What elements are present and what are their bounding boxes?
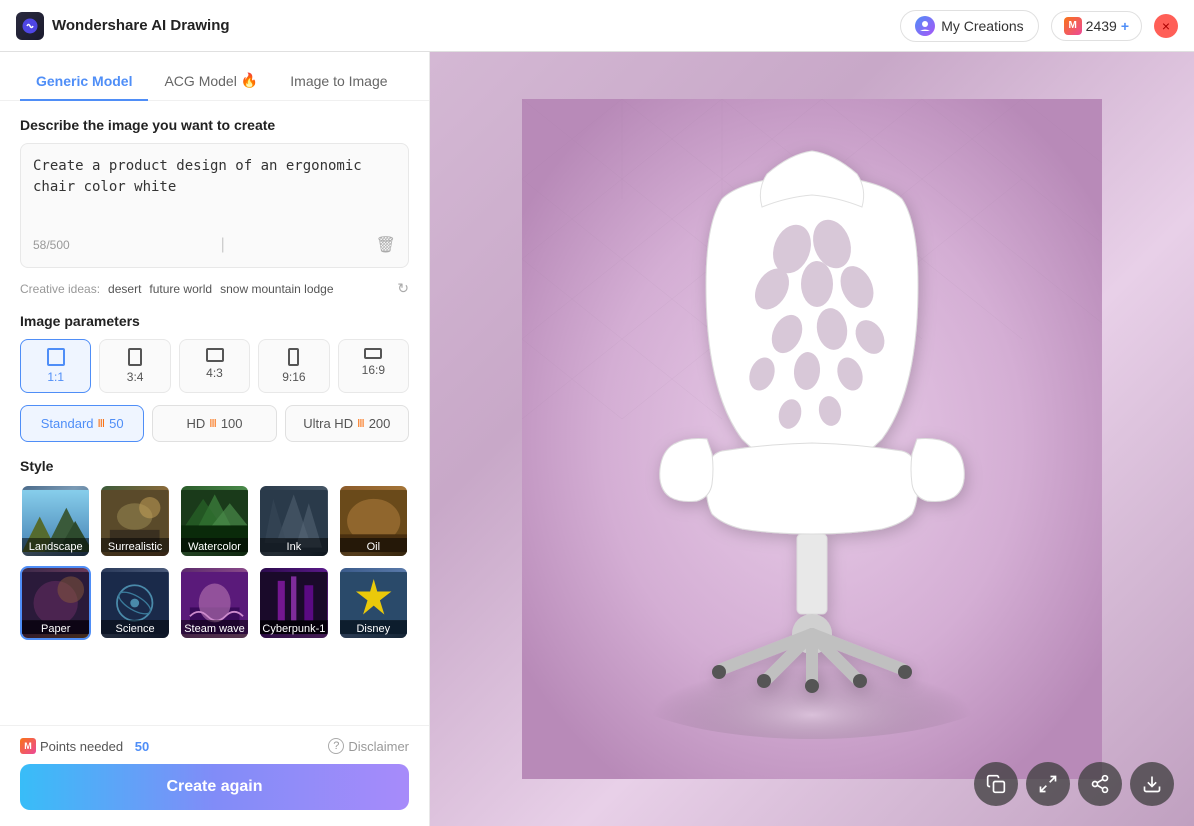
quality-standard-icon: Ⅲ: [98, 417, 106, 430]
refresh-ideas-button[interactable]: ↻: [397, 280, 409, 297]
download-tool-button[interactable]: [1130, 762, 1174, 806]
left-panel: Generic Model ACG Model 🔥 Image to Image…: [0, 52, 430, 826]
panel-content: Describe the image you want to create Cr…: [0, 101, 429, 725]
style-item-surrealistic[interactable]: Surrealistic: [99, 484, 170, 558]
quality-ultrahd-button[interactable]: Ultra HD Ⅲ 200: [285, 405, 409, 442]
style-item-steam-wave[interactable]: Steam wave: [179, 566, 250, 640]
points-display[interactable]: M 2439 +: [1051, 11, 1142, 41]
ratio-1-1-icon: [47, 348, 65, 366]
ratio-3-4-icon: [128, 348, 142, 366]
style-grid: Landscape Surrealistic: [20, 484, 409, 640]
quality-standard-button[interactable]: Standard Ⅲ 50: [20, 405, 144, 442]
ratio-9-16-icon: [288, 348, 299, 366]
prompt-footer: 58/500 | 🗑: [33, 235, 396, 255]
creative-ideas-label: Creative ideas:: [20, 282, 100, 296]
ratio-16-9-button[interactable]: 16:9: [338, 339, 409, 393]
char-count: 58/500: [33, 238, 70, 252]
style-steam-wave-label: Steam wave: [181, 620, 248, 638]
fire-icon: 🔥: [241, 72, 258, 89]
style-cyberpunk-label: Cyberpunk-1: [260, 620, 327, 638]
style-surrealistic-label: Surrealistic: [101, 538, 168, 556]
tab-acg-model[interactable]: ACG Model 🔥: [148, 64, 274, 101]
style-section-label: Style: [20, 458, 409, 474]
right-panel: [430, 52, 1194, 826]
style-item-science[interactable]: Science: [99, 566, 170, 640]
ratio-9-16-button[interactable]: 9:16: [258, 339, 329, 393]
disclaimer-question-icon: ?: [328, 738, 344, 754]
app-icon: [16, 12, 44, 40]
ratio-row: 1:1 3:4 4:3 9:16 16:9: [20, 339, 409, 393]
points-needed-value: 50: [135, 739, 149, 754]
clear-prompt-button[interactable]: 🗑: [376, 235, 396, 255]
style-item-watercolor[interactable]: Watercolor: [179, 484, 250, 558]
creative-ideas-row: Creative ideas: desert future world snow…: [20, 280, 409, 297]
style-landscape-label: Landscape: [22, 538, 89, 556]
quality-row: Standard Ⅲ 50 HD Ⅲ 100 Ultra HD Ⅲ 200: [20, 405, 409, 442]
titlebar-right: My Creations M 2439 + ×: [900, 10, 1178, 42]
disclaimer-link[interactable]: ? Disclaimer: [328, 738, 409, 754]
style-disney-label: Disney: [340, 620, 407, 638]
style-item-paper[interactable]: Paper: [20, 566, 91, 640]
style-item-landscape[interactable]: Landscape: [20, 484, 91, 558]
prompt-section-label: Describe the image you want to create: [20, 117, 409, 133]
prompt-textarea[interactable]: Create a product design of an ergonomic …: [33, 156, 396, 226]
chair-image: [522, 99, 1102, 779]
add-points-label: +: [1121, 18, 1129, 34]
tab-image-to-image[interactable]: Image to Image: [274, 64, 403, 101]
my-creations-icon: [915, 16, 935, 36]
ratio-3-4-button[interactable]: 3:4: [99, 339, 170, 393]
tab-generic-model[interactable]: Generic Model: [20, 64, 148, 101]
ratio-4-3-icon: [206, 348, 224, 362]
prompt-box: Create a product design of an ergonomic …: [20, 143, 409, 268]
create-again-button[interactable]: Create again: [20, 764, 409, 810]
chair-display: [430, 52, 1194, 826]
close-icon: ×: [1162, 18, 1170, 34]
titlebar: Wondershare AI Drawing My Creations M 24…: [0, 0, 1194, 52]
style-item-oil[interactable]: Oil: [338, 484, 409, 558]
bottom-bar: M Points needed 50 ? Disclaimer Create a…: [0, 725, 429, 826]
style-watercolor-label: Watercolor: [181, 538, 248, 556]
tabs-container: Generic Model ACG Model 🔥 Image to Image: [0, 52, 429, 101]
points-value: 2439: [1086, 18, 1117, 34]
points-icon: M: [1064, 17, 1082, 35]
style-item-ink[interactable]: Ink: [258, 484, 329, 558]
app-title: Wondershare AI Drawing: [52, 17, 230, 34]
style-item-disney[interactable]: Disney: [338, 566, 409, 640]
my-creations-button[interactable]: My Creations: [900, 10, 1038, 42]
main-layout: Generic Model ACG Model 🔥 Image to Image…: [0, 52, 1194, 826]
style-paper-label: Paper: [22, 620, 89, 638]
creative-tag-snow-mountain[interactable]: snow mountain lodge: [220, 282, 333, 296]
close-button[interactable]: ×: [1154, 14, 1178, 38]
quality-hd-button[interactable]: HD Ⅲ 100: [152, 405, 276, 442]
creative-tag-desert[interactable]: desert: [108, 282, 141, 296]
ratio-4-3-button[interactable]: 4:3: [179, 339, 250, 393]
image-toolbar: [974, 762, 1174, 806]
style-science-label: Science: [101, 620, 168, 638]
copy-tool-button[interactable]: [974, 762, 1018, 806]
ratio-1-1-button[interactable]: 1:1: [20, 339, 91, 393]
fullscreen-tool-button[interactable]: [1026, 762, 1070, 806]
share-tool-button[interactable]: [1078, 762, 1122, 806]
points-needed-icon: M: [20, 738, 36, 754]
ratio-16-9-icon: [364, 348, 382, 359]
points-needed: M Points needed 50: [20, 738, 149, 754]
style-ink-label: Ink: [260, 538, 327, 556]
my-creations-label: My Creations: [941, 18, 1023, 34]
quality-ultrahd-icon: Ⅲ: [357, 417, 365, 430]
titlebar-left: Wondershare AI Drawing: [16, 12, 230, 40]
style-item-cyberpunk[interactable]: Cyberpunk-1: [258, 566, 329, 640]
points-row: M Points needed 50 ? Disclaimer: [20, 738, 409, 754]
quality-hd-icon: Ⅲ: [209, 417, 217, 430]
style-oil-label: Oil: [340, 538, 407, 556]
creative-tag-future-world[interactable]: future world: [149, 282, 212, 296]
image-params-label: Image parameters: [20, 313, 409, 329]
